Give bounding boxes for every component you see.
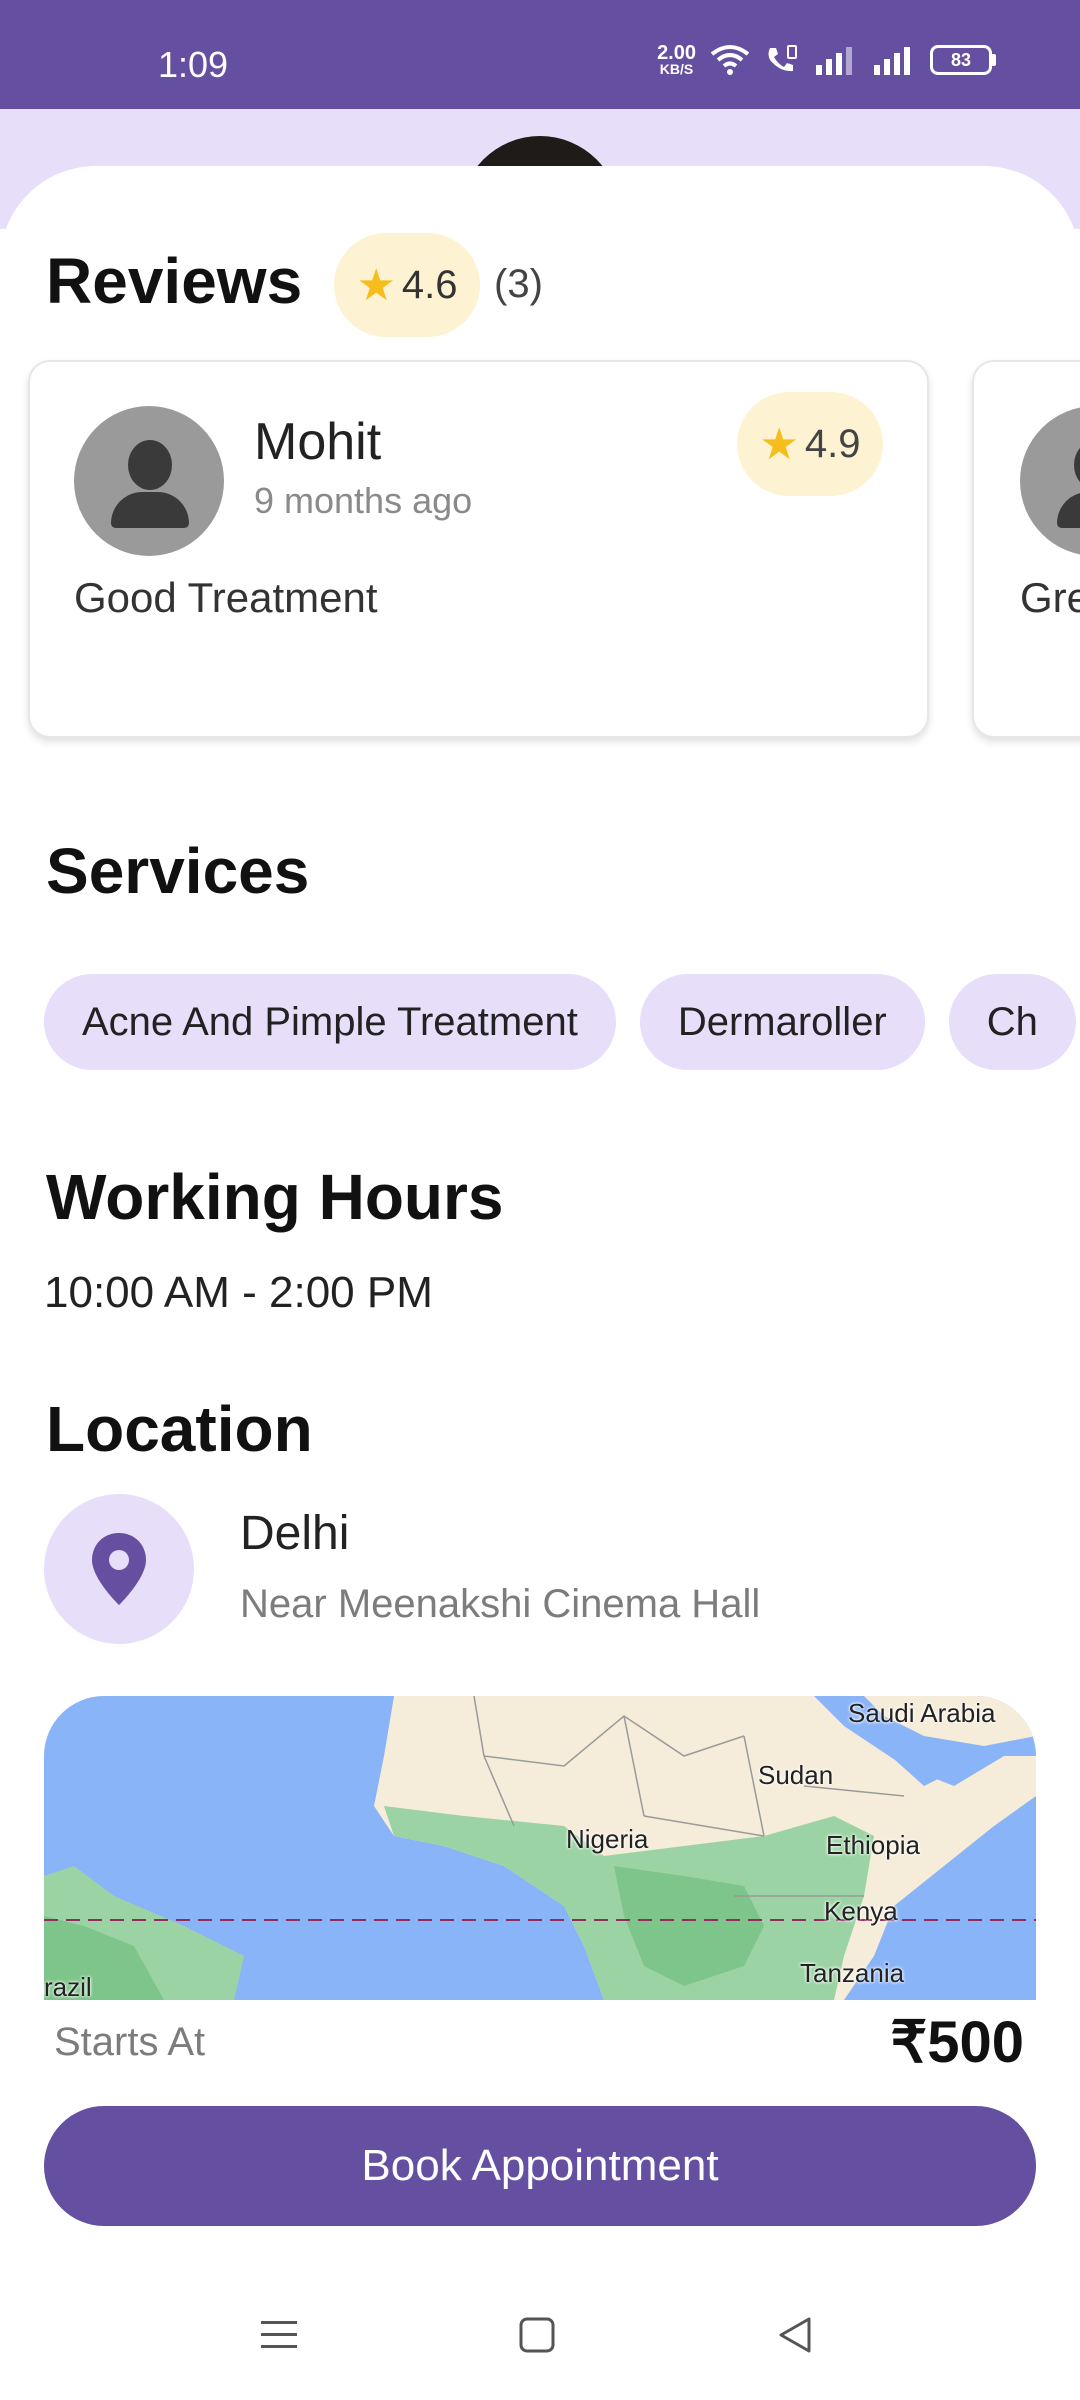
reviews-title: Reviews — [46, 245, 303, 317]
map-label: Kenya — [824, 1896, 898, 1926]
review-count: (3) — [494, 262, 543, 306]
map-label: Ethiopia — [826, 1830, 920, 1860]
wifi-icon — [710, 45, 750, 75]
average-rating-value: 4.6 — [401, 262, 458, 307]
map-label: Nigeria — [566, 1824, 649, 1854]
location-address: Near Meenakshi Cinema Hall — [240, 1582, 761, 1626]
user-avatar-icon — [1020, 406, 1080, 556]
status-time: 1:09 — [158, 44, 229, 85]
review-text: Gre — [1020, 574, 1080, 621]
map-label: razil — [44, 1972, 92, 2000]
average-rating-badge: ★ 4.6 — [334, 233, 480, 337]
menu-icon[interactable] — [254, 2310, 304, 2360]
review-card[interactable]: Gre — [972, 360, 1080, 738]
network-speed: 2.00 KB/S — [657, 42, 696, 77]
star-icon: ★ — [759, 419, 799, 469]
service-chip[interactable]: Acne And Pimple Treatment — [44, 974, 616, 1070]
wifi-call-icon — [768, 45, 797, 72]
map-label: Sudan — [758, 1760, 834, 1790]
location-map[interactable]: Saudi Arabia Sudan Nigeria Ethiopia Keny… — [44, 1696, 1036, 2000]
battery-icon: 83 — [930, 45, 996, 75]
location-city: Delhi — [240, 1507, 350, 1560]
location-title: Location — [46, 1393, 313, 1465]
signal-icon — [874, 47, 910, 75]
working-hours-value: 10:00 AM - 2:00 PM — [44, 1268, 433, 1317]
services-title: Services — [46, 835, 310, 907]
star-icon: ★ — [356, 260, 396, 310]
status-bar: 1:09 2.00 KB/S 83 — [0, 0, 1080, 109]
user-avatar-icon — [74, 406, 224, 556]
location-pin-icon — [44, 1494, 194, 1644]
signal-icon — [816, 47, 852, 75]
battery-level: 83 — [930, 45, 992, 75]
network-speed-unit: KB/S — [659, 61, 694, 77]
starts-at-label: Starts At — [54, 2020, 206, 2064]
service-chip[interactable]: Dermaroller — [639, 974, 925, 1070]
service-chip[interactable]: Ch — [948, 974, 1076, 1070]
reviewer-name: Mohit — [254, 413, 382, 471]
network-speed-value: 2.00 — [657, 42, 696, 64]
booking-bar: Starts At ₹500 Book Appointment — [0, 2000, 1080, 2270]
services-chip-list: Acne And Pimple Treatment Dermaroller Ch — [44, 974, 1076, 1070]
review-card[interactable]: Mohit 9 months ago ★ 4.9 Good Treatment — [28, 360, 929, 738]
book-appointment-button[interactable]: Book Appointment — [44, 2106, 1036, 2226]
review-rating-value: 4.9 — [804, 421, 861, 466]
map-label: Tanzania — [800, 1958, 905, 1988]
home-icon[interactable] — [512, 2310, 562, 2360]
working-hours-title: Working Hours — [46, 1161, 504, 1233]
review-rating-badge: ★ 4.9 — [737, 392, 883, 496]
review-text: Good Treatment — [74, 574, 378, 621]
review-time: 9 months ago — [254, 480, 473, 521]
back-icon[interactable] — [770, 2310, 820, 2360]
map-label: Saudi Arabia — [848, 1698, 996, 1728]
system-nav-bar — [0, 2270, 1080, 2400]
status-icons: 2.00 KB/S 83 — [657, 42, 996, 77]
price-value: ₹500 — [890, 2010, 1024, 2075]
doctor-profile-screen: 1:09 2.00 KB/S 83 Reviews ★ 4.6 (3) Mohi… — [0, 0, 1080, 2400]
